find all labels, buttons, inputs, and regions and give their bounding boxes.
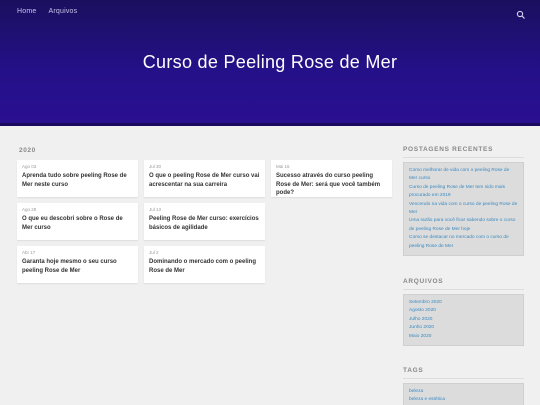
- post-card[interactable]: Ago 03 Aprenda tudo sobre peeling Rose d…: [17, 160, 138, 197]
- archive-link[interactable]: Julho 2020: [409, 316, 518, 324]
- tags-list: beleza beleza e estética: [403, 383, 524, 405]
- archives-list: Setembro 2020 Agosto 2020 Julho 2020 Jun…: [403, 294, 524, 346]
- archive-link[interactable]: Maio 2020: [409, 333, 518, 341]
- post-card[interactable]: Jul 30 O que o peeling Rose de Mer curso…: [144, 160, 265, 197]
- post-date: Mai 16: [276, 164, 290, 169]
- recent-post-link[interactable]: Como se destacar no mercado com o curso …: [409, 234, 518, 251]
- site-title: Curso de Peeling Rose de Mer: [142, 52, 398, 72]
- tags-title: TAGS: [403, 367, 524, 379]
- recent-post-link[interactable]: Como melhorar de vida com o peeling Rose…: [409, 167, 518, 184]
- post-title[interactable]: Garanta hoje mesmo o seu curso peeling R…: [22, 258, 133, 275]
- recent-post-link[interactable]: Uma razão para você ficar sabendo sobre …: [409, 217, 518, 234]
- post-title[interactable]: O que o peeling Rose de Mer curso vai ac…: [149, 172, 260, 189]
- post-card[interactable]: Jul 2 Dominando o mercado com o peeling …: [144, 246, 265, 283]
- post-title[interactable]: Sucesso através do curso peeling Rose de…: [276, 172, 387, 198]
- tag-link[interactable]: beleza e estética: [409, 396, 518, 404]
- archive-link[interactable]: Setembro 2020: [409, 299, 518, 307]
- archive-link[interactable]: Agosto 2020: [409, 307, 518, 315]
- post-title[interactable]: Dominando o mercado com o peeling Rose d…: [149, 258, 260, 275]
- post-card[interactable]: Ago 29 O que eu descobri sobre o Rose de…: [17, 203, 138, 240]
- post-title[interactable]: O que eu descobri sobre o Rose de Mer cu…: [22, 215, 133, 232]
- post-title[interactable]: Peeling Rose de Mer curso: exercícios bá…: [149, 215, 260, 232]
- nav-archives-link[interactable]: Arquivos: [48, 8, 77, 15]
- recent-posts-widget: POSTAGENS RECENTES Como melhorar de vida…: [403, 146, 524, 256]
- post-date: Jul 30: [149, 164, 162, 169]
- tags-widget: TAGS beleza beleza e estética: [403, 367, 524, 405]
- year-heading: 2020: [19, 147, 36, 154]
- post-card[interactable]: Abr 17 Garanta hoje mesmo o seu curso pe…: [17, 246, 138, 283]
- recent-posts-list: Como melhorar de vida com o peeling Rose…: [403, 162, 524, 256]
- archives-widget: ARQUIVOS Setembro 2020 Agosto 2020 Julho…: [403, 278, 524, 346]
- post-card[interactable]: Mai 16 Sucesso através do curso peeling …: [271, 160, 392, 197]
- recent-post-link[interactable]: Curso de peeling Rose de Mer tem sido ma…: [409, 184, 518, 201]
- post-card[interactable]: Jul 13 Peeling Rose de Mer curso: exercí…: [144, 203, 265, 240]
- header-hero: Home Arquivos Curso de Peeling Rose de M…: [0, 0, 540, 126]
- post-date: Jul 13: [149, 207, 162, 212]
- post-date: Jul 2: [149, 250, 159, 255]
- post-date: Ago 03: [22, 164, 37, 169]
- search-icon[interactable]: [516, 7, 526, 19]
- top-nav: Home Arquivos: [17, 8, 77, 15]
- archives-title: ARQUIVOS: [403, 278, 524, 290]
- archive-link[interactable]: Junho 2020: [409, 324, 518, 332]
- post-date: Ago 29: [22, 207, 37, 212]
- post-date: Abr 17: [22, 250, 36, 255]
- recent-posts-title: POSTAGENS RECENTES: [403, 146, 524, 158]
- post-grid: Ago 03 Aprenda tudo sobre peeling Rose d…: [17, 160, 392, 283]
- tag-link[interactable]: beleza: [409, 388, 518, 396]
- nav-home-link[interactable]: Home: [17, 8, 36, 15]
- post-title[interactable]: Aprenda tudo sobre peeling Rose de Mer n…: [22, 172, 133, 189]
- recent-post-link[interactable]: Vencendo na vida com o curso de peeling …: [409, 201, 518, 218]
